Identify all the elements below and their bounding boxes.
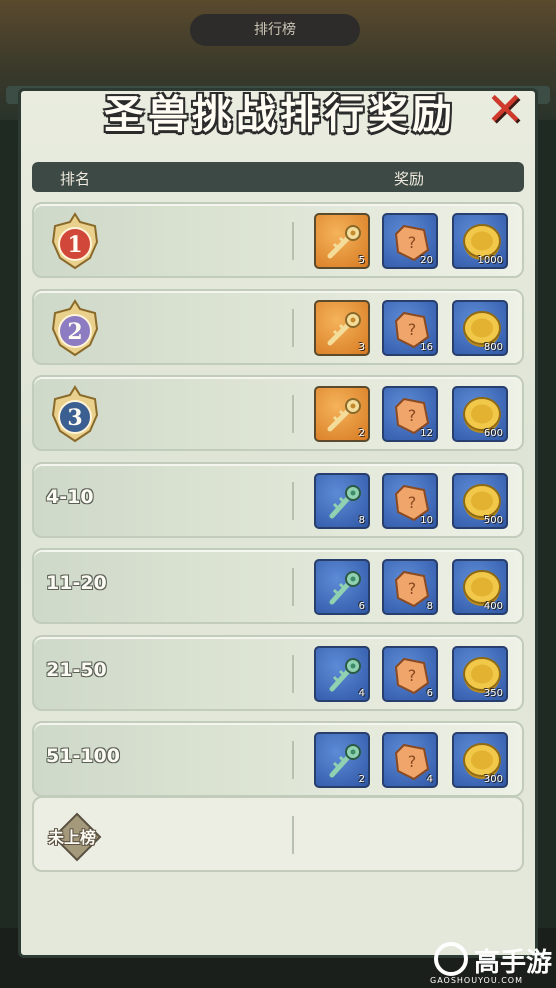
reward-slot[interactable]: 8 [314,473,370,529]
page-title: 圣兽挑战排行奖励 [104,91,456,138]
watermark-logo: 高手游 GAOSHOUYOU.COM [430,940,556,985]
watermark-text: 高手游 [474,948,553,978]
svg-text:?: ? [408,320,417,339]
reward-count: 6 [358,601,365,612]
rank-label: 21-50 [46,659,107,681]
header-reward: 奖励 [394,170,425,188]
reward-slot[interactable]: 600 [452,386,508,442]
close-x-icon[interactable]: ✕ [484,86,526,132]
reward-slot[interactable]: 1000 [452,213,508,269]
svg-text:?: ? [408,233,417,252]
reward-count: 500 [483,515,503,526]
svg-text:?: ? [408,493,417,512]
svg-text:3: 3 [67,405,82,431]
svg-text:?: ? [408,666,417,685]
reward-row: 4-10 8? 10 500 [32,462,524,538]
rank-medal-icon: 1 [50,212,100,270]
reward-slot[interactable]: ? 10 [382,473,438,529]
reward-count: 16 [420,342,433,353]
unranked-label: 未上榜 [48,828,97,847]
logo-icon [434,942,468,976]
reward-count: 12 [420,428,433,439]
rank-label: 51-100 [46,745,120,767]
rank-medal-icon: 2 [50,299,100,357]
row-divider [292,655,294,693]
header-rank: 排名 [60,170,91,188]
reward-slot[interactable]: 800 [452,300,508,356]
reward-slot[interactable]: 5 [314,213,370,269]
reward-slot[interactable]: ? 8 [382,559,438,615]
row-divider [292,482,294,520]
reward-count: 1000 [477,255,503,266]
reward-slot[interactable]: ? 20 [382,213,438,269]
reward-slot[interactable]: 400 [452,559,508,615]
row-divider [292,741,294,779]
reward-count: 400 [483,601,503,612]
reward-count: 3 [358,342,365,353]
reward-slot[interactable]: 2 [314,386,370,442]
svg-text:?: ? [408,752,417,771]
row-divider [292,222,294,260]
table-header: 排名 奖励 [32,162,524,192]
svg-text:?: ? [408,579,417,598]
rank-label: 11-20 [46,572,107,594]
reward-slot[interactable]: 300 [452,732,508,788]
reward-slot[interactable]: 4 [314,646,370,702]
reward-count: 600 [483,428,503,439]
reward-slot[interactable]: ? 6 [382,646,438,702]
reward-count: 350 [483,688,503,699]
reward-slot[interactable]: ? 4 [382,732,438,788]
reward-row: 21-50 4? 6 350 [32,635,524,711]
reward-row: 1 5? 20 1000 [32,202,524,278]
reward-slot[interactable]: 3 [314,300,370,356]
reward-row: 51-100 2? 4 300 [32,721,524,797]
reward-count: 4 [358,688,365,699]
reward-slot[interactable]: 6 [314,559,370,615]
svg-text:?: ? [408,406,417,425]
rank-label: 4-10 [46,486,94,508]
reward-count: 2 [358,774,365,785]
reward-slot[interactable]: 350 [452,646,508,702]
reward-slot[interactable]: ? 16 [382,300,438,356]
svg-text:1: 1 [67,232,82,258]
unranked-row: 未上榜 [32,796,524,872]
reward-row: 11-20 6? 8 400 [32,548,524,624]
watermark-sub: GAOSHOUYOU.COM [430,976,524,985]
reward-row: 2 3? 16 800 [32,289,524,365]
row-divider [292,568,294,606]
reward-count: 8 [358,515,365,526]
reward-count: 20 [420,255,433,266]
reward-count: 2 [358,428,365,439]
reward-row: 3 2? 12 600 [32,375,524,451]
reward-count: 300 [483,774,503,785]
reward-count: 4 [426,774,433,785]
reward-count: 5 [358,255,365,266]
reward-count: 800 [483,342,503,353]
reward-count: 10 [420,515,433,526]
reward-count: 6 [426,688,433,699]
row-divider [292,309,294,347]
reward-slot[interactable]: ? 12 [382,386,438,442]
row-divider [292,816,294,854]
leaderboard-tab[interactable]: 排行榜 [190,14,360,46]
svg-text:2: 2 [67,319,82,345]
reward-count: 8 [426,601,433,612]
row-divider [292,395,294,433]
reward-slot[interactable]: 500 [452,473,508,529]
reward-slot[interactable]: 2 [314,732,370,788]
rank-medal-icon: 3 [50,385,100,443]
